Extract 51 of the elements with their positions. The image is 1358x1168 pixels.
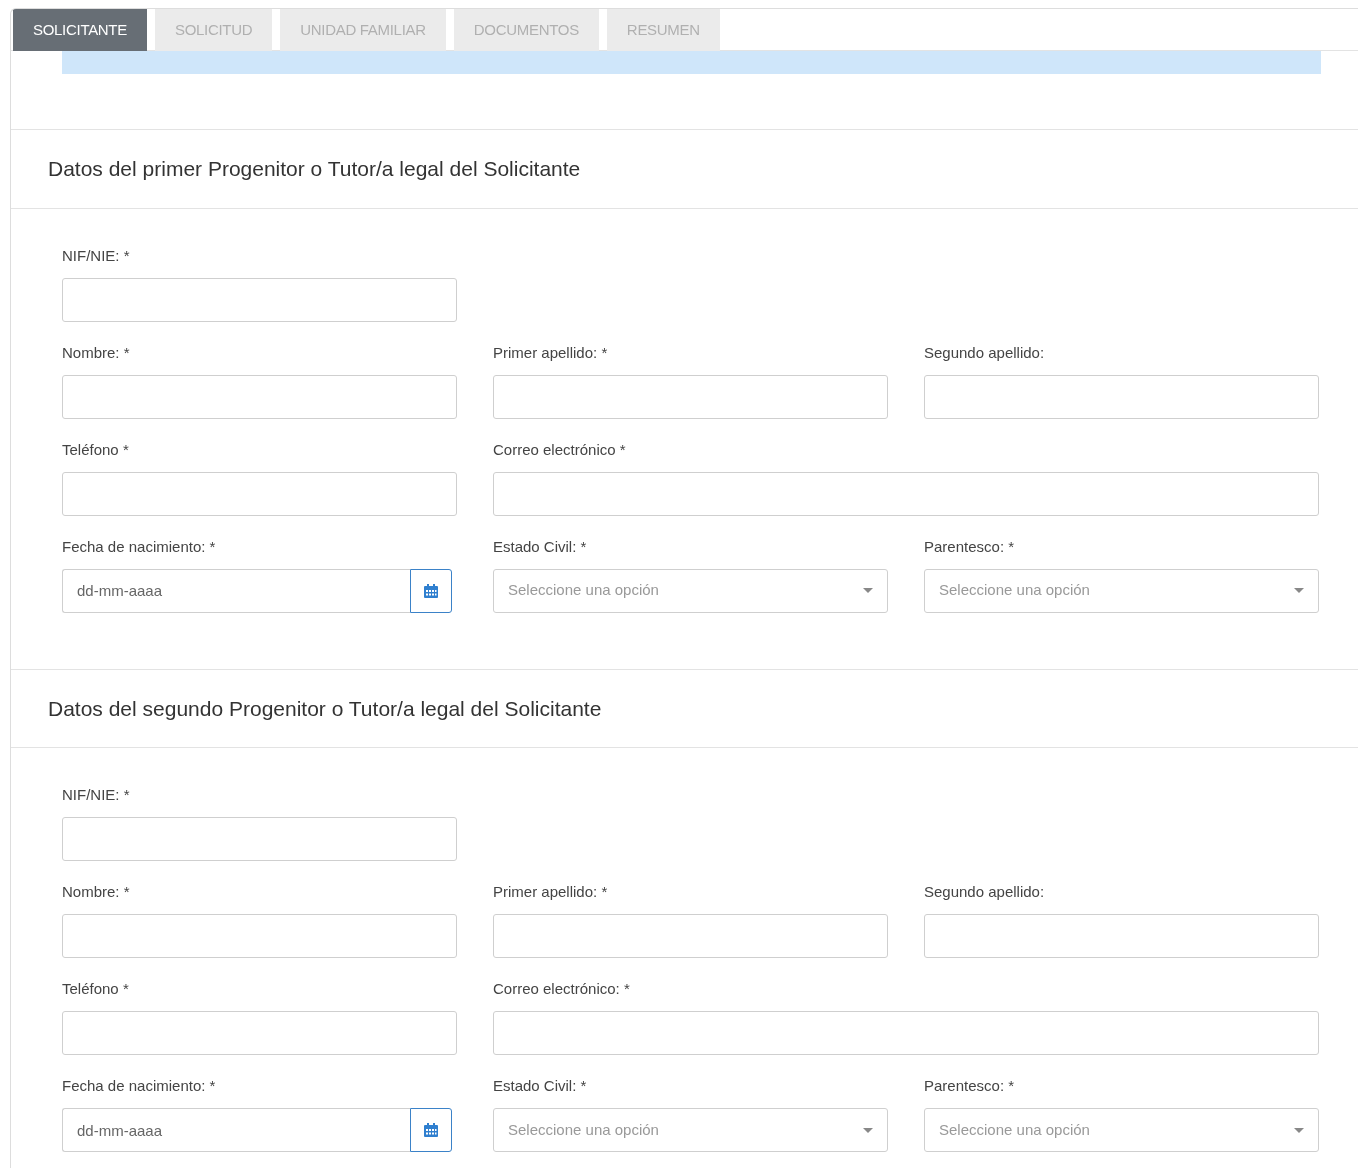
- field-label: Primer apellido: *: [493, 343, 609, 362]
- date-field[interactable]: dd-mm-aaaa: [62, 1108, 411, 1152]
- tab[interactable]: DOCUMENTOS: [453, 9, 599, 51]
- tab[interactable]: UNIDAD FAMILIAR: [280, 9, 446, 51]
- field-label: NIF/NIE: *: [62, 246, 131, 265]
- input-field[interactable]: [62, 471, 457, 516]
- input-field[interactable]: [493, 1011, 1319, 1055]
- input-field[interactable]: [924, 914, 1319, 958]
- field-label: Correo electrónico *: [493, 440, 627, 459]
- field-label: Correo electrónico: *: [493, 980, 631, 998]
- input-field[interactable]: [62, 817, 457, 861]
- input-field[interactable]: [493, 914, 888, 958]
- field-label: Parentesco: *: [924, 537, 1016, 556]
- input-field[interactable]: [924, 374, 1319, 419]
- input-field[interactable]: [62, 1011, 457, 1055]
- calendar-icon: [423, 1122, 440, 1138]
- field-label: Segundo apellido:: [924, 343, 1046, 362]
- select-field[interactable]: Seleccione una opción: [924, 1108, 1319, 1152]
- tab[interactable]: RESUMEN: [606, 9, 720, 51]
- input-field[interactable]: [62, 277, 457, 322]
- caret-icon: [1294, 588, 1304, 593]
- tab[interactable]: SOLICITANTE: [13, 9, 147, 51]
- calendar-icon: [423, 582, 440, 599]
- input-field[interactable]: [62, 374, 457, 419]
- calendar-button[interactable]: [410, 1108, 452, 1152]
- caret-icon: [863, 588, 873, 593]
- input-field[interactable]: [493, 374, 888, 419]
- field-label: Nombre: *: [62, 883, 131, 901]
- section-title: Datos del primer Progenitor o Tutor/a legal del Solicitante: [11, 130, 1358, 209]
- field-label: Parentesco: *: [924, 1077, 1016, 1095]
- field-label: Estado Civil: *: [493, 1077, 588, 1095]
- select-field[interactable]: Seleccione una opción: [493, 568, 888, 613]
- field-label: Nombre: *: [62, 343, 131, 362]
- field-label: NIF/NIE: *: [62, 786, 131, 804]
- field-label: Primer apellido: *: [493, 883, 609, 901]
- field-label: Teléfono *: [62, 980, 130, 998]
- input-field[interactable]: [62, 914, 457, 958]
- tab[interactable]: SOLICITUD: [154, 9, 273, 51]
- caret-icon: [863, 1127, 873, 1133]
- date-field[interactable]: dd-mm-aaaa: [62, 568, 411, 613]
- field-label: Fecha de nacimiento: *: [62, 537, 217, 556]
- input-field[interactable]: [493, 471, 1319, 516]
- field-label: Segundo apellido:: [924, 883, 1046, 901]
- field-label: Fecha de nacimiento: *: [62, 1077, 217, 1095]
- field-label: Estado Civil: *: [493, 537, 588, 556]
- field-label: Teléfono *: [62, 440, 130, 459]
- section-title: Datos del segundo Progenitor o Tutor/a legal del Solicitante: [11, 669, 1358, 748]
- select-field[interactable]: Seleccione una opción: [924, 568, 1319, 613]
- caret-icon: [1294, 1127, 1304, 1133]
- calendar-button[interactable]: [410, 568, 452, 613]
- select-field[interactable]: Seleccione una opción: [493, 1108, 888, 1152]
